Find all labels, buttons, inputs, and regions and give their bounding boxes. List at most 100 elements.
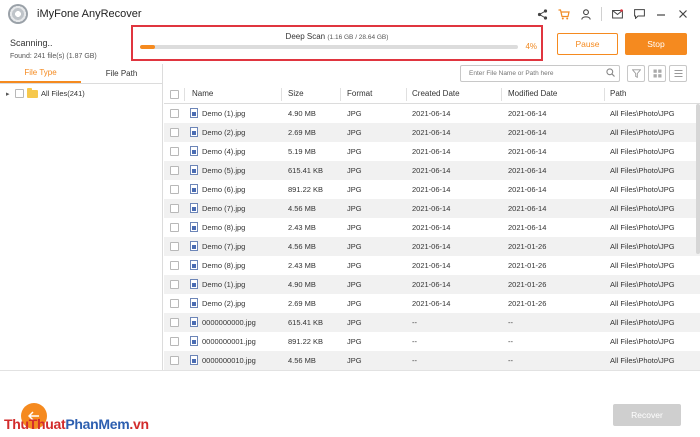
table-row[interactable]: Demo (2).jpg 2.69 MB JPG 2021-06-14 2021-01-… (164, 294, 700, 313)
cart-icon[interactable] (553, 5, 575, 23)
table-cell-modified-date: 2021-06-14 (508, 204, 547, 213)
table-scrollbar[interactable] (696, 104, 700, 254)
table-cell-name: Demo (8).jpg (202, 223, 246, 232)
recover-button[interactable]: Recover (613, 404, 681, 426)
file-table: Name Size Format Created Date Modified D… (164, 85, 700, 370)
tab-file-type[interactable]: File Type (0, 64, 81, 83)
tree-checkbox[interactable] (15, 89, 24, 98)
row-checkbox[interactable] (170, 109, 179, 118)
app-title: iMyFone AnyRecover (37, 8, 142, 20)
tree-item-all-files[interactable]: ▸ All Files(241) (6, 87, 85, 98)
table-row[interactable]: Demo (5).jpg 615.41 KB JPG 2021-06-14 2021-0… (164, 161, 700, 180)
table-cell-path: All Files\Photo\JPG (610, 299, 675, 308)
close-icon[interactable] (672, 5, 694, 23)
pause-button[interactable]: Pause (557, 33, 618, 55)
row-checkbox[interactable] (170, 337, 179, 346)
table-cell-size: 615.41 KB (288, 166, 324, 175)
table-cell-path: All Files\Photo\JPG (610, 204, 675, 213)
table-cell-size: 891.22 KB (288, 185, 324, 194)
user-icon[interactable] (575, 5, 597, 23)
row-checkbox[interactable] (170, 166, 179, 175)
table-row[interactable]: Demo (6).jpg 891.22 KB JPG 2021-06-14 2021-0… (164, 180, 700, 199)
table-cell-size: 4.90 MB (288, 280, 316, 289)
table-cell-path: All Files\Photo\JPG (610, 280, 675, 289)
table-cell-format: JPG (347, 166, 362, 175)
table-cell-modified-date: 2021-06-14 (508, 166, 547, 175)
table-cell-format: JPG (347, 147, 362, 156)
table-row[interactable]: 0000000010.jpg 4.56 MB JPG -- -- All Files\Ph… (164, 351, 700, 370)
table-cell-created-date: 2021-06-14 (412, 242, 451, 251)
row-checkbox[interactable] (170, 128, 179, 137)
table-cell-created-date: 2021-06-14 (412, 109, 451, 118)
column-divider (281, 88, 282, 101)
table-row[interactable]: Demo (7).jpg 4.56 MB JPG 2021-06-14 2021-06-… (164, 199, 700, 218)
table-row[interactable]: Demo (8).jpg 2.43 MB JPG 2021-06-14 2021-06-… (164, 218, 700, 237)
watermark-part: ThuThuat (4, 416, 66, 432)
column-divider (406, 88, 407, 101)
row-checkbox[interactable] (170, 318, 179, 327)
table-cell-name: Demo (2).jpg (202, 128, 246, 137)
image-file-icon (190, 146, 198, 156)
table-cell-modified-date: -- (508, 356, 513, 365)
column-header-size[interactable]: Size (288, 89, 304, 98)
table-cell-created-date: -- (412, 356, 417, 365)
feedback-icon[interactable] (628, 5, 650, 23)
table-cell-created-date: 2021-06-14 (412, 204, 451, 213)
row-checkbox[interactable] (170, 280, 179, 289)
image-file-icon (190, 127, 198, 137)
table-cell-modified-date: 2021-01-26 (508, 261, 547, 270)
table-row[interactable]: Demo (7).jpg 4.56 MB JPG 2021-06-14 2021-01-… (164, 237, 700, 256)
deep-scan-label: Deep Scan (1.16 GB / 28.64 GB) (133, 32, 541, 41)
filter-icon[interactable] (627, 65, 645, 82)
row-checkbox[interactable] (170, 299, 179, 308)
image-file-icon (190, 279, 198, 289)
row-checkbox[interactable] (170, 261, 179, 270)
table-cell-modified-date: 2021-01-26 (508, 299, 547, 308)
tab-file-path[interactable]: File Path (81, 64, 162, 83)
table-cell-size: 4.56 MB (288, 204, 316, 213)
row-checkbox[interactable] (170, 204, 179, 213)
table-row[interactable]: Demo (1).jpg 4.90 MB JPG 2021-06-14 2021-01-… (164, 275, 700, 294)
search-input[interactable] (461, 70, 601, 77)
table-cell-size: 4.56 MB (288, 242, 316, 251)
select-all-checkbox[interactable] (170, 90, 179, 99)
stop-button[interactable]: Stop (625, 33, 687, 55)
table-cell-created-date: 2021-06-14 (412, 128, 451, 137)
tree-item-label: All Files(241) (41, 89, 85, 98)
table-row[interactable]: Demo (1).jpg 4.90 MB JPG 2021-06-14 2021-06-… (164, 104, 700, 123)
table-cell-format: JPG (347, 223, 362, 232)
column-header-modified[interactable]: Modified Date (508, 89, 557, 98)
table-cell-modified-date: 2021-06-14 (508, 109, 547, 118)
table-cell-path: All Files\Photo\JPG (610, 109, 675, 118)
table-cell-size: 891.22 KB (288, 337, 324, 346)
row-checkbox[interactable] (170, 223, 179, 232)
scan-status-text: Scanning.. (10, 38, 53, 48)
table-row[interactable]: Demo (2).jpg 2.69 MB JPG 2021-06-14 2021-06-… (164, 123, 700, 142)
mail-icon[interactable] (606, 5, 628, 23)
table-cell-created-date: 2021-06-14 (412, 147, 451, 156)
minimize-icon[interactable] (650, 5, 672, 23)
table-cell-size: 4.90 MB (288, 109, 316, 118)
column-header-name[interactable]: Name (192, 89, 213, 98)
column-header-path[interactable]: Path (610, 89, 626, 98)
column-header-format[interactable]: Format (347, 89, 372, 98)
search-icon[interactable] (606, 68, 615, 79)
row-checkbox[interactable] (170, 147, 179, 156)
table-cell-format: JPG (347, 261, 362, 270)
column-header-created[interactable]: Created Date (412, 89, 460, 98)
table-cell-path: All Files\Photo\JPG (610, 223, 675, 232)
list-view-icon[interactable] (669, 65, 687, 82)
table-row[interactable]: 0000000000.jpg 615.41 KB JPG -- -- All Files\… (164, 313, 700, 332)
expand-caret-icon[interactable]: ▸ (6, 90, 12, 98)
share-icon[interactable] (531, 5, 553, 23)
grid-view-icon[interactable] (648, 65, 666, 82)
row-checkbox[interactable] (170, 242, 179, 251)
row-checkbox[interactable] (170, 185, 179, 194)
table-cell-size: 2.69 MB (288, 128, 316, 137)
table-cell-path: All Files\Photo\JPG (610, 185, 675, 194)
table-row[interactable]: 0000000001.jpg 891.22 KB JPG -- -- All Files\… (164, 332, 700, 351)
table-row[interactable]: Demo (4).jpg 5.19 MB JPG 2021-06-14 2021-06-… (164, 142, 700, 161)
table-cell-modified-date: -- (508, 337, 513, 346)
row-checkbox[interactable] (170, 356, 179, 365)
table-row[interactable]: Demo (8).jpg 2.43 MB JPG 2021-06-14 2021-01-… (164, 256, 700, 275)
